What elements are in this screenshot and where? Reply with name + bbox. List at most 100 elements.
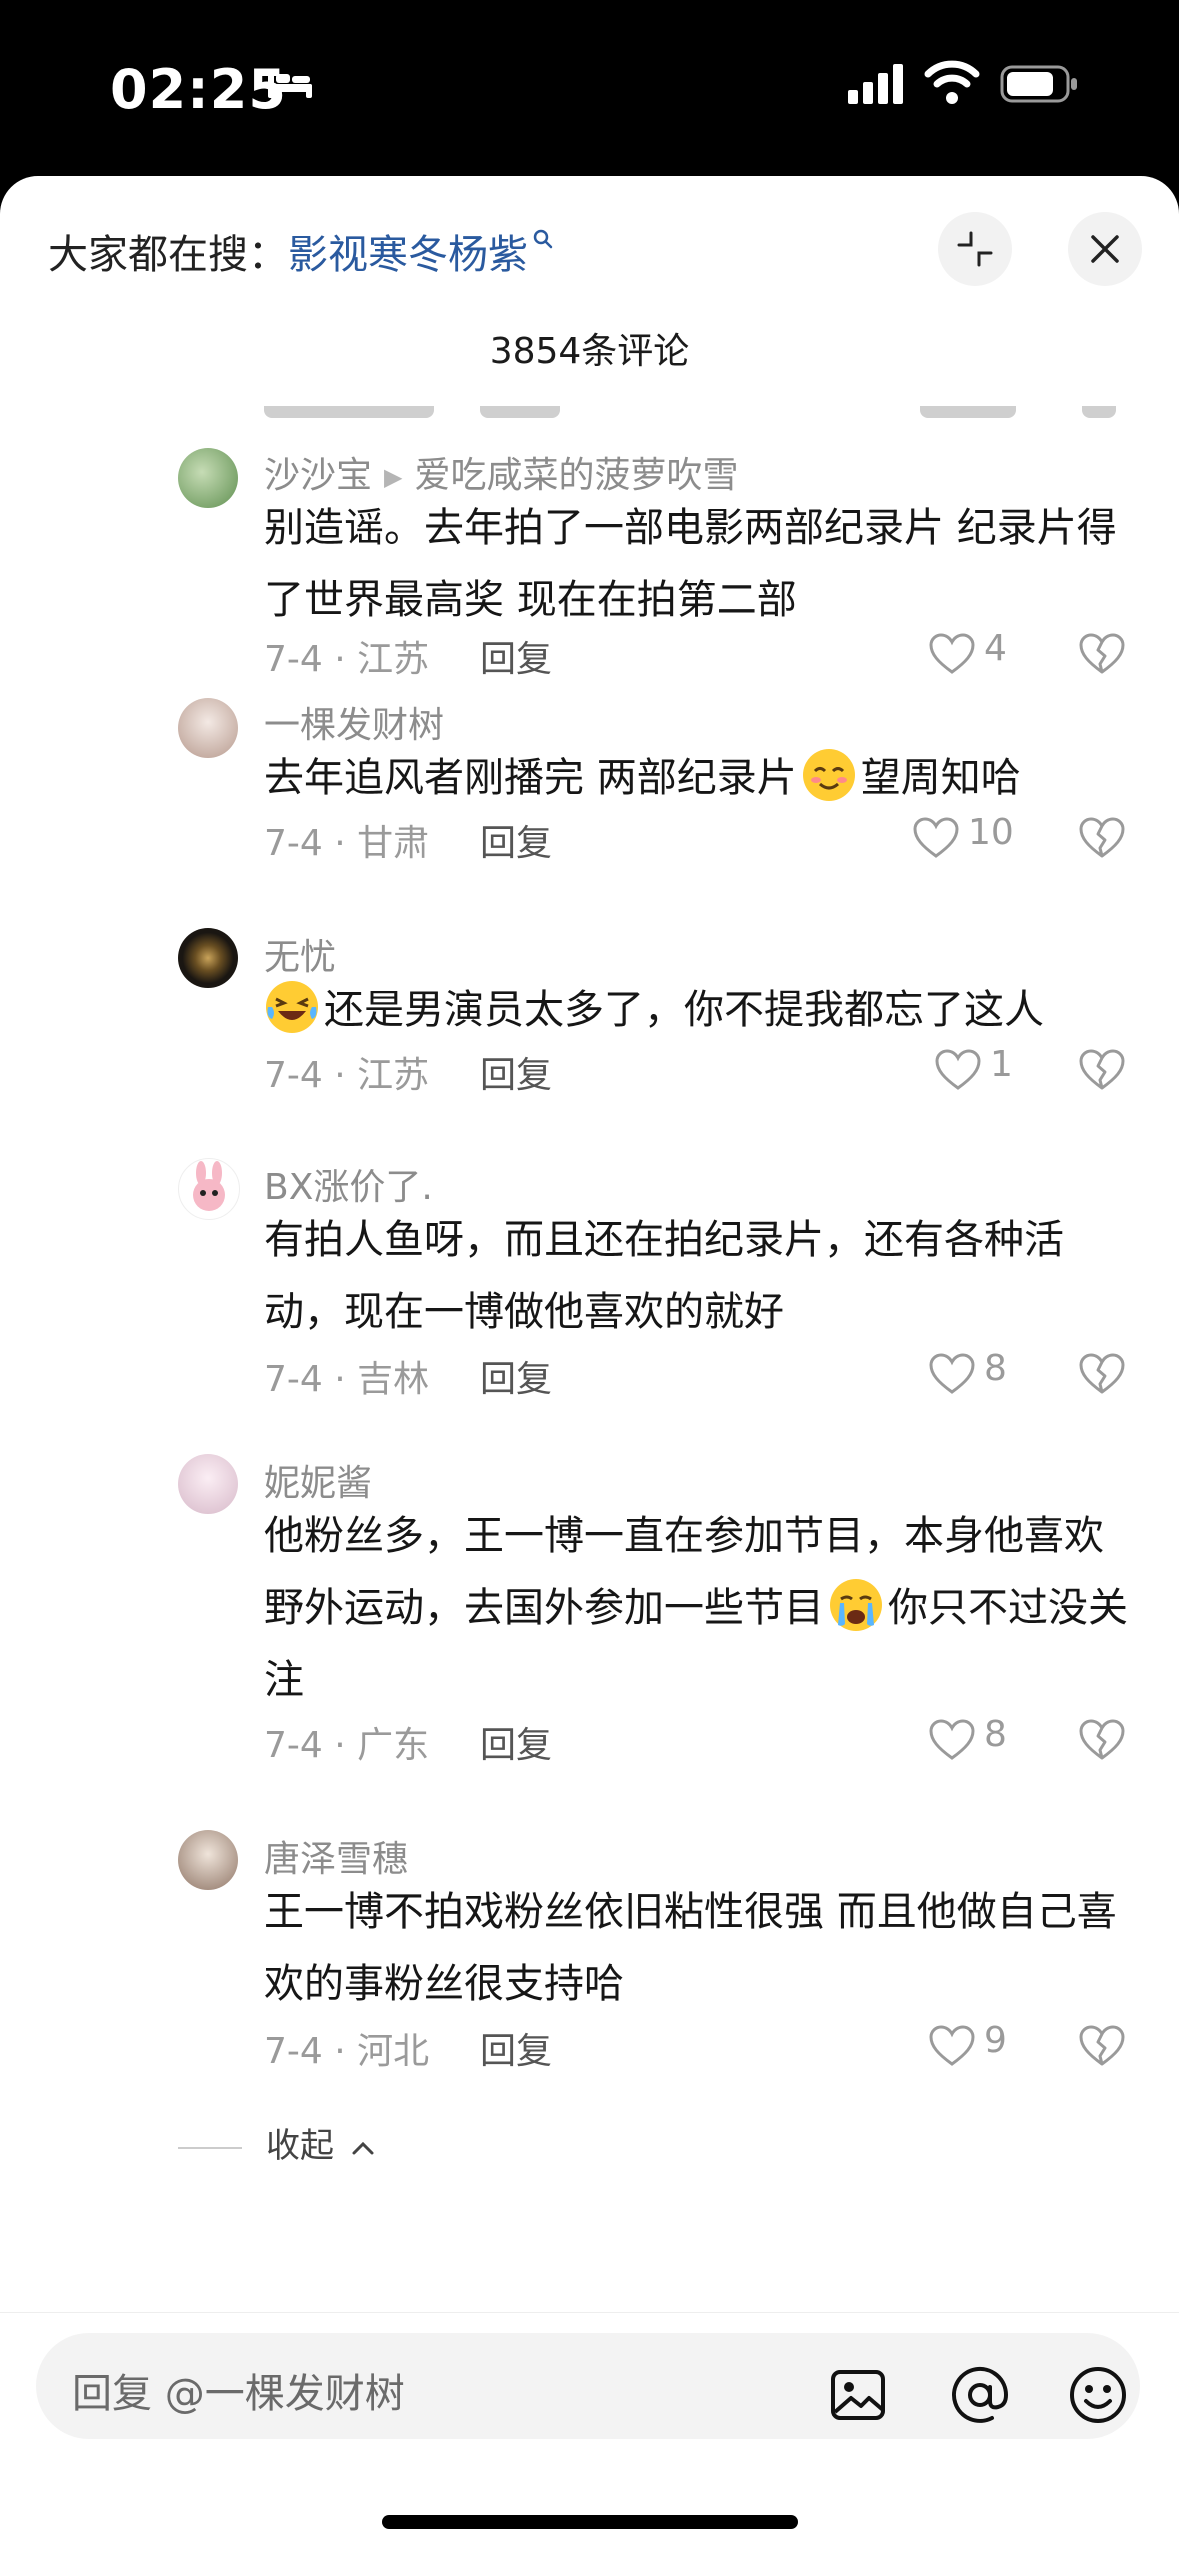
heart-icon	[929, 2025, 975, 2066]
comment-text: 别造谣。去年拍了一部电影两部纪录片 纪录片得了世界最高奖 现在在拍第二部	[264, 505, 1117, 623]
broken-heart-icon[interactable]	[1078, 1718, 1126, 1762]
comment-item: 唐泽雪穗 王一博不拍戏粉丝依旧粘性很强 而且他做自己喜欢的事粉丝很支持哈 7-4…	[0, 1830, 1179, 2072]
reply-input[interactable]: 回复 @一棵发财树	[36, 2333, 1140, 2439]
comment-username[interactable]: 无忧	[264, 928, 336, 980]
comment-text: 还是男演员太多了，你不提我都忘了这人	[264, 974, 1134, 1046]
reply-button[interactable]: 回复	[480, 1716, 552, 1768]
collapse-replies-button[interactable]: 收起	[178, 2118, 375, 2167]
comment-text-part: 还是男演员太多了，你不提我都忘了这人	[324, 987, 1044, 1033]
comment-item: BX涨价了. 有拍人鱼呀，而且还在拍纪录片，还有各种活动，现在一博做他喜欢的就好…	[0, 1158, 1179, 1400]
comment-text: 有拍人鱼呀，而且还在拍纪录片，还有各种活动，现在一博做他喜欢的就好	[264, 1217, 1064, 1335]
collapse-label: 收起	[266, 2126, 334, 2166]
search-hint-prefix: 大家都在搜：	[48, 232, 288, 278]
like-count: 9	[984, 2020, 1007, 2061]
clipped-comment-row	[0, 406, 1179, 426]
like-count: 8	[984, 1348, 1007, 1389]
username-text: 沙沙宝	[264, 455, 373, 496]
avatar[interactable]	[178, 928, 238, 988]
reply-button[interactable]: 回复	[480, 2022, 552, 2074]
like-count: 1	[990, 1044, 1013, 1085]
trending-search-hint[interactable]: 大家都在搜：影视寒冬杨紫	[48, 222, 554, 280]
image-picker-button[interactable]	[826, 2363, 890, 2427]
collapse-sheet-button[interactable]	[938, 212, 1012, 286]
reply-button[interactable]: 回复	[480, 814, 552, 866]
comment-list[interactable]: 沙沙宝 ▶ 爱吃咸菜的菠萝吹雪 别造谣。去年拍了一部电影两部纪录片 纪录片得了世界最…	[0, 406, 1179, 1506]
crying-emoji-icon	[830, 1579, 882, 1631]
comment-date-location: 7-4 · 广东	[264, 1725, 430, 1766]
laughing-tears-emoji-icon	[266, 981, 318, 1033]
comment-date-location: 7-4 · 江苏	[264, 1055, 430, 1096]
comment-text-part: 去年追风者刚播完 两部纪录片	[264, 755, 797, 801]
comment-date-location: 7-4 · 河北	[264, 2031, 430, 2072]
comment-username[interactable]: 妮妮酱	[264, 1454, 372, 1506]
emoji-picker-button[interactable]	[1066, 2363, 1130, 2427]
like-count: 4	[984, 628, 1007, 669]
reply-arrow-icon: ▶	[384, 463, 403, 491]
comment-date-location: 7-4 · 甘肃	[264, 823, 430, 864]
wifi-icon	[924, 60, 980, 104]
broken-heart-icon[interactable]	[1078, 816, 1126, 860]
comment-date-location: 7-4 · 江苏	[264, 639, 430, 680]
minimize-icon	[957, 231, 993, 267]
like-count: 8	[984, 1714, 1007, 1755]
like-button[interactable]: 9	[928, 2020, 1018, 2070]
avatar[interactable]	[178, 448, 238, 508]
heart-icon	[913, 817, 959, 858]
battery-icon	[1000, 65, 1077, 103]
comment-username[interactable]: 沙沙宝 ▶ 爱吃咸菜的菠萝吹雪	[264, 446, 739, 498]
cellular-signal-icon	[848, 64, 903, 104]
heart-icon	[929, 633, 975, 674]
comment-sheet: 大家都在搜：影视寒冬杨紫 3854条评论 沙沙宝 ▶ 爱吃咸菜的菠萝吹雪 别造谣。去…	[0, 176, 1179, 2556]
like-button[interactable]: 4	[928, 628, 1018, 678]
comment-username[interactable]: 一棵发财树	[264, 696, 444, 748]
comment-list-continued[interactable]: 妮妮酱 他粉丝多，王一博一直在参加节目，本身他喜欢野外运动，去国外参加一些节目你…	[0, 1454, 1179, 2434]
close-icon	[1091, 235, 1119, 263]
broken-heart-icon[interactable]	[1078, 2024, 1126, 2068]
comment-text-part: 望周知哈	[860, 755, 1021, 801]
search-keyword-link[interactable]: 影视寒冬杨紫	[288, 232, 528, 278]
like-button[interactable]: 1	[934, 1044, 1024, 1094]
broken-heart-icon[interactable]	[1078, 632, 1126, 676]
reply-button[interactable]: 回复	[480, 1046, 552, 1098]
chevron-up-icon	[352, 2141, 374, 2154]
divider	[178, 2146, 242, 2149]
comment-text: 王一博不拍戏粉丝依旧粘性很强 而且他做自己喜欢的事粉丝很支持哈	[264, 1889, 1117, 2007]
blush-emoji-icon	[802, 749, 855, 801]
at-icon	[952, 2366, 1009, 2423]
comment-text: 他粉丝多，王一博一直在参加节目，本身他喜欢野外运动，去国外参加一些节目 你只不过没…	[264, 1500, 1134, 1716]
comment-item: 一棵发财树 去年追风者刚播完 两部纪录片 望周知哈 7-4 · 甘肃 回复 10	[0, 696, 1179, 886]
reply-input-bar: 回复 @一棵发财树	[0, 2312, 1179, 2557]
like-button[interactable]: 8	[928, 1714, 1018, 1764]
comment-date-location: 7-4 · 吉林	[264, 1359, 430, 1400]
close-button[interactable]	[1068, 212, 1142, 286]
like-button[interactable]: 8	[928, 1348, 1018, 1398]
broken-heart-icon[interactable]	[1078, 1352, 1126, 1396]
bunny-avatar-icon	[193, 1161, 225, 1211]
broken-heart-icon[interactable]	[1078, 1048, 1126, 1092]
avatar[interactable]	[178, 1830, 238, 1890]
avatar[interactable]	[178, 1454, 238, 1514]
comment-item: 妮妮酱 他粉丝多，王一博一直在参加节目，本身他喜欢野外运动，去国外参加一些节目你…	[0, 1454, 1179, 1766]
home-indicator[interactable]	[382, 2515, 798, 2529]
comment-count: 3854条评论	[489, 331, 690, 372]
avatar[interactable]	[178, 1158, 240, 1220]
search-icon	[533, 229, 553, 249]
heart-icon	[935, 1049, 981, 1090]
status-time: 02:25	[110, 58, 287, 121]
comment-username[interactable]: 唐泽雪穗	[264, 1830, 408, 1882]
reply-button[interactable]: 回复	[480, 630, 552, 682]
reply-button[interactable]: 回复	[480, 1350, 552, 1402]
reply-to-username[interactable]: 爱吃咸菜的菠萝吹雪	[414, 455, 738, 496]
comment-item: 无忧 还是男演员太多了，你不提我都忘了这人 7-4 · 江苏 回复 1	[0, 928, 1179, 1118]
like-count: 10	[968, 812, 1014, 853]
comment-text: 去年追风者刚播完 两部纪录片 望周知哈	[264, 742, 1134, 814]
status-bar: 02:25	[0, 0, 1179, 178]
mention-button[interactable]	[948, 2363, 1012, 2427]
heart-icon	[929, 1719, 975, 1760]
smiley-icon	[1070, 2367, 1126, 2423]
comment-username[interactable]: BX涨价了.	[264, 1158, 433, 1210]
avatar[interactable]	[178, 698, 238, 758]
image-icon	[831, 2370, 885, 2420]
heart-icon	[929, 1353, 975, 1394]
like-button[interactable]: 10	[912, 812, 1014, 862]
